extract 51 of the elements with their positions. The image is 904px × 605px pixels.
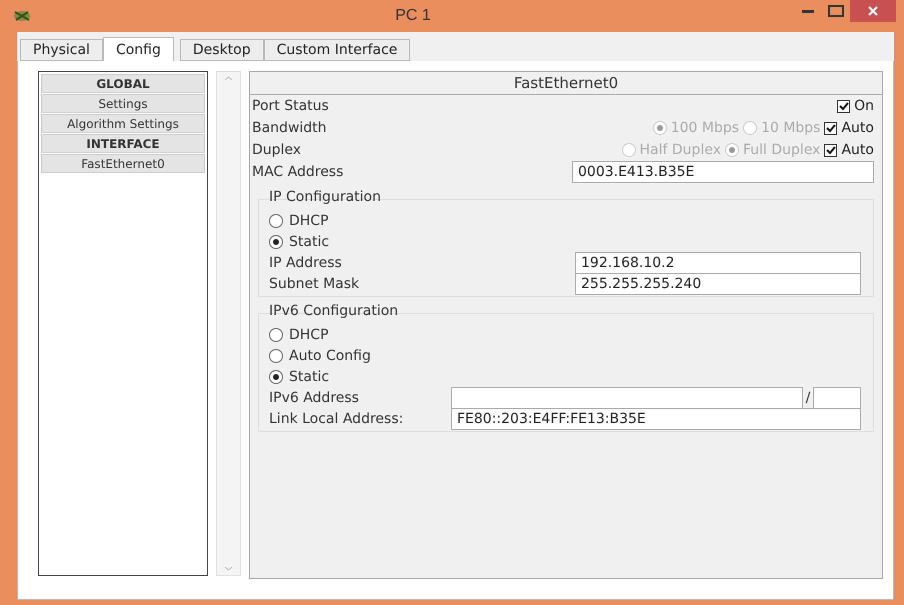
field-label: Duplex xyxy=(252,142,302,158)
sidebar-item[interactable]: FastEthernet0 xyxy=(41,154,205,173)
input-field[interactable]: 255.255.255.240 xyxy=(575,272,861,294)
radio-button[interactable] xyxy=(269,348,283,362)
sidebar-header[interactable]: INTERFACE xyxy=(41,134,205,153)
tab[interactable]: Custom Interface xyxy=(264,39,410,61)
field-label: Link Local Address: xyxy=(269,410,404,426)
option-label: DHCP xyxy=(289,326,329,342)
sidebar-header[interactable]: GLOBAL xyxy=(41,74,205,93)
input-field[interactable] xyxy=(451,386,803,408)
option-label: Static xyxy=(289,368,330,384)
prefix-field[interactable] xyxy=(813,386,861,408)
option-label: 100 Mbps xyxy=(670,120,740,136)
option-label: Auto xyxy=(841,120,874,136)
input-field[interactable]: 192.168.10.2 xyxy=(575,252,861,274)
maximize-icon xyxy=(828,5,844,17)
option-label: DHCP xyxy=(289,212,329,228)
sidebar-item[interactable]: Algorithm Settings xyxy=(41,114,205,133)
close-button[interactable] xyxy=(850,0,896,22)
input-field[interactable]: FE80::203:E4FF:FE13:B35E xyxy=(451,408,861,430)
field-label: Bandwidth xyxy=(252,120,328,136)
panel-title: FastEthernet0 xyxy=(250,72,882,95)
radio-button[interactable] xyxy=(269,234,283,248)
group-title: IPv6 Configuration xyxy=(268,302,400,321)
tab[interactable]: Physical xyxy=(20,39,103,61)
radio-button[interactable] xyxy=(269,370,283,384)
window-title: PC 1 xyxy=(394,7,432,25)
separator-text: / xyxy=(804,390,812,406)
option-label: Auto Config xyxy=(289,348,371,364)
radio-button[interactable] xyxy=(269,328,283,342)
tab[interactable]: Config xyxy=(102,37,174,61)
field-label: IP Address xyxy=(269,254,343,270)
tab[interactable]: Desktop xyxy=(180,39,264,61)
input-field[interactable]: 0003.E413.B35E xyxy=(572,161,874,183)
app-logo-icon xyxy=(12,9,32,23)
close-icon xyxy=(868,6,878,16)
field-label: Port Status xyxy=(252,98,330,114)
minimize-icon xyxy=(802,9,814,13)
field-label: IPv6 Address xyxy=(269,390,360,406)
option-label: Auto xyxy=(841,142,874,158)
option-label: Half Duplex xyxy=(640,142,721,158)
group-title: IP Configuration xyxy=(268,188,382,207)
radio-button[interactable] xyxy=(269,214,283,228)
field-label: Subnet Mask xyxy=(269,276,360,292)
field-label: MAC Address xyxy=(252,164,344,180)
sidebar-item[interactable]: Settings xyxy=(41,94,205,113)
option-label: Full Duplex xyxy=(743,142,820,158)
option-label: On xyxy=(854,98,874,114)
option-label: 10 Mbps xyxy=(761,120,820,136)
option-label: Static xyxy=(289,234,330,250)
checkbox[interactable] xyxy=(837,100,850,112)
